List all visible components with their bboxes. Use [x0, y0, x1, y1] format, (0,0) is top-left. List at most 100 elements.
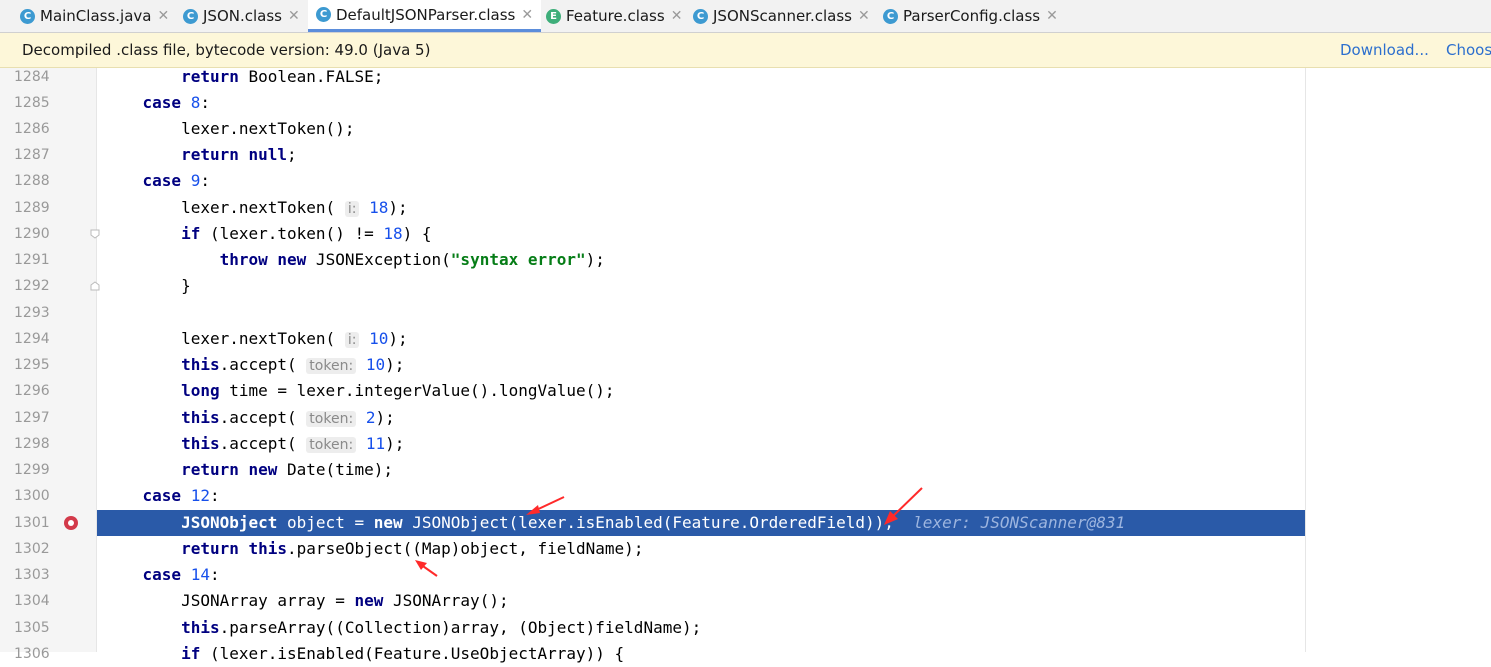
line-number: 1284	[14, 69, 50, 85]
line-number: 1297	[14, 410, 50, 426]
code-line[interactable]: 1286 lexer.nextToken();	[0, 116, 1491, 142]
code-line[interactable]: 1284 return Boolean.FALSE;	[0, 64, 1491, 90]
line-number: 1288	[14, 173, 50, 189]
fold-icon[interactable]	[90, 229, 100, 239]
tab-label: DefaultJSONParser.class	[336, 5, 516, 24]
code-text: return new Date(time);	[181, 460, 393, 479]
line-number: 1305	[14, 620, 50, 636]
line-number: 1296	[14, 383, 50, 399]
code-line[interactable]: 1305 this.parseArray((Collection)array, …	[0, 615, 1491, 641]
close-icon[interactable]: ✕	[671, 8, 683, 24]
annotation-arrow	[526, 496, 565, 515]
code-line[interactable]: 1295 this.accept( token: 10);	[0, 352, 1491, 378]
code-text: long time = lexer.integerValue().longVal…	[181, 381, 615, 400]
tab-defaultjsonparser[interactable]: C DefaultJSONParser.class ✕	[308, 0, 542, 32]
code-text: return this.parseObject((Map)object, fie…	[181, 539, 644, 558]
enum-icon: E	[546, 8, 561, 24]
tab-feature[interactable]: E Feature.class ✕	[546, 0, 682, 32]
code-text: this.parseArray((Collection)array, (Obje…	[181, 618, 702, 637]
class-icon: C	[883, 8, 898, 24]
code-text: if (lexer.token() != 18) {	[181, 224, 432, 243]
close-icon[interactable]: ✕	[288, 8, 300, 24]
code-line[interactable]: 1293	[0, 300, 1491, 326]
tab-label: Feature.class	[566, 7, 665, 25]
tab-jsonscanner[interactable]: C JSONScanner.class ✕	[693, 0, 870, 32]
code-line[interactable]: 1304 JSONArray array = new JSONArray();	[0, 588, 1491, 614]
line-number: 1300	[14, 488, 50, 504]
code-line[interactable]: 1302 return this.parseObject((Map)object…	[0, 536, 1491, 562]
class-icon: C	[316, 7, 331, 22]
code-line[interactable]: 1297 this.accept( token: 2);	[0, 405, 1491, 431]
code-text: case 8:	[142, 93, 210, 112]
java-class-icon: C	[20, 8, 35, 24]
code-line[interactable]: 1306 if (lexer.isEnabled(Feature.UseObje…	[0, 641, 1491, 667]
line-number: 1286	[14, 121, 50, 137]
margin-area	[1306, 510, 1491, 536]
code-line[interactable]: 1292 }	[0, 273, 1491, 299]
code-text: this.accept( token: 10);	[181, 355, 405, 374]
close-icon[interactable]: ✕	[858, 8, 870, 24]
fold-end-icon[interactable]	[90, 281, 100, 291]
class-icon: C	[183, 8, 198, 24]
code-text: JSONObject object = new JSONObject(lexer…	[181, 513, 1126, 532]
code-text: JSONArray array = new JSONArray();	[104, 591, 509, 610]
code-line[interactable]: 1290 if (lexer.token() != 18) {	[0, 221, 1491, 247]
code-editor[interactable]: 1284 return Boolean.FALSE; 1285 case 8: …	[0, 67, 1491, 663]
line-number: 1303	[14, 567, 50, 583]
code-line[interactable]: 1303 case 14:	[0, 562, 1491, 588]
choose-sources-link[interactable]: Choos	[1446, 41, 1491, 59]
code-text: this.accept( token: 11);	[181, 434, 405, 453]
code-text: }	[104, 276, 191, 295]
code-line[interactable]: 1291 throw new JSONException("syntax err…	[0, 247, 1491, 273]
tab-mainclass[interactable]: C MainClass.java ✕	[20, 0, 169, 32]
code-text: return null;	[181, 145, 297, 164]
parameter-hint: token:	[306, 358, 357, 374]
line-number: 1304	[14, 593, 50, 609]
code-line[interactable]: 1296 long time = lexer.integerValue().lo…	[0, 378, 1491, 404]
editor-tab-bar: C MainClass.java ✕ C JSON.class ✕ C Defa…	[0, 0, 1491, 33]
download-link[interactable]: Download...	[1340, 41, 1429, 59]
tab-label: ParserConfig.class	[903, 7, 1041, 25]
tab-label: MainClass.java	[40, 7, 152, 25]
line-number: 1302	[14, 541, 50, 557]
code-line[interactable]: 1298 this.accept( token: 11);	[0, 431, 1491, 457]
line-number: 1292	[14, 278, 50, 294]
line-number: 1306	[14, 646, 50, 662]
code-line[interactable]: 1289 lexer.nextToken( i: 18);	[0, 195, 1491, 221]
line-number: 1287	[14, 147, 50, 163]
code-text: lexer.nextToken();	[104, 119, 355, 138]
close-icon[interactable]: ✕	[157, 8, 169, 24]
code-line[interactable]: 1285 case 8:	[0, 90, 1491, 116]
line-number: 1289	[14, 200, 50, 216]
code-text: case 9:	[142, 171, 210, 190]
code-line[interactable]: 1288 case 9:	[0, 168, 1491, 194]
tab-parserconfig[interactable]: C ParserConfig.class ✕	[883, 0, 1058, 32]
code-line[interactable]: 1300 case 12:	[0, 483, 1491, 509]
code-text: lexer.nextToken( i: 10);	[104, 329, 408, 348]
class-icon: C	[693, 8, 708, 24]
close-icon[interactable]: ✕	[1046, 8, 1058, 24]
parameter-hint: token:	[306, 411, 357, 427]
string-literal: "syntax error"	[450, 250, 586, 269]
code-line[interactable]: 1299 return new Date(time);	[0, 457, 1491, 483]
code-text: if (lexer.isEnabled(Feature.UseObjectArr…	[181, 644, 625, 663]
line-number: 1291	[14, 252, 50, 268]
line-number: 1293	[14, 305, 50, 321]
code-text: this.accept( token: 2);	[181, 408, 395, 427]
close-icon[interactable]: ✕	[521, 7, 533, 23]
line-number: 1298	[14, 436, 50, 452]
inline-debug-value: lexer: JSONScanner@831	[913, 513, 1126, 532]
code-line[interactable]: 1294 lexer.nextToken( i: 10);	[0, 326, 1491, 352]
line-number: 1295	[14, 357, 50, 373]
line-number: 1301	[14, 515, 50, 531]
line-number: 1299	[14, 462, 50, 478]
notification-message: Decompiled .class file, bytecode version…	[22, 41, 431, 59]
parameter-hint: token:	[306, 437, 357, 453]
code-line[interactable]: 1287 return null;	[0, 142, 1491, 168]
line-number: 1285	[14, 95, 50, 111]
tab-json[interactable]: C JSON.class ✕	[183, 0, 300, 32]
current-execution-line[interactable]: 1301 JSONObject object = new JSONObject(…	[0, 510, 1491, 536]
breakpoint-icon[interactable]	[64, 516, 78, 530]
annotation-arrow	[884, 487, 923, 525]
code-text: return Boolean.FALSE;	[181, 67, 384, 86]
